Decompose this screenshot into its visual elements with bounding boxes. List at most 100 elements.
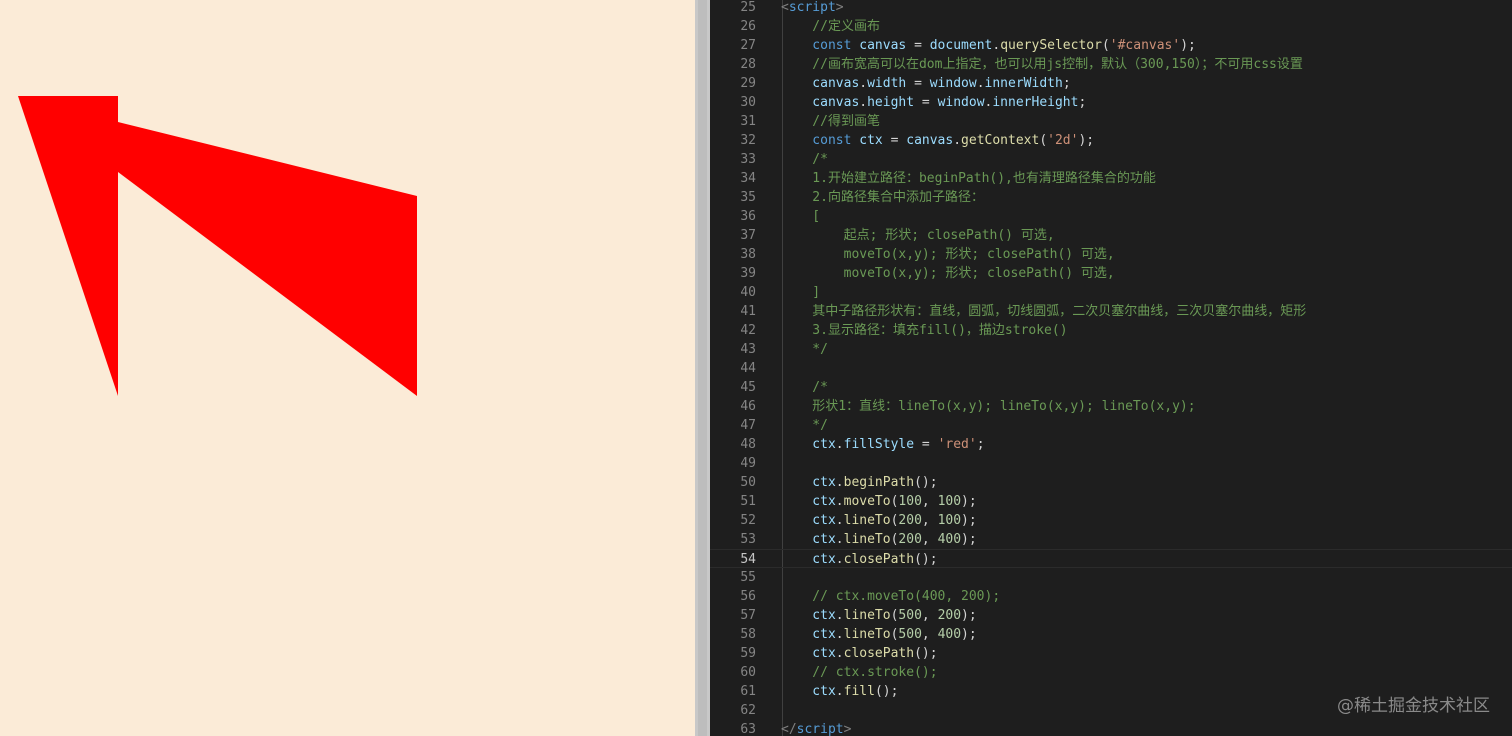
code-line[interactable]: 40 ] — [710, 283, 1512, 302]
code-line[interactable]: 44 — [710, 359, 1512, 378]
code-token: lineTo — [843, 532, 891, 547]
canvas-drawing — [18, 96, 417, 396]
code-line[interactable]: 35 2.向路径集合中添加子路径： — [710, 188, 1512, 207]
line-code: const canvas = document.querySelector('#… — [781, 36, 1196, 55]
line-number: 41 — [740, 304, 756, 319]
code-token: = — [882, 133, 907, 148]
code-line[interactable]: 59 ctx.closePath(); — [710, 644, 1512, 663]
code-token: ); — [1078, 133, 1095, 148]
code-token: 'red' — [937, 437, 977, 452]
code-line[interactable]: 31 //得到画笔 — [710, 112, 1512, 131]
code-line[interactable]: 50 ctx.beginPath(); — [710, 473, 1512, 492]
code-line[interactable]: 25 <script> — [710, 0, 1512, 17]
code-line[interactable]: 63 </script> — [710, 720, 1512, 736]
code-line[interactable]: 60 // ctx.stroke(); — [710, 663, 1512, 682]
code-token: 200 — [898, 513, 922, 528]
code-token: ; — [1078, 95, 1087, 110]
code-line[interactable]: 49 — [710, 454, 1512, 473]
code-line[interactable]: 29 canvas.width = window.innerWidth; — [710, 74, 1512, 93]
code-token: ; — [976, 437, 985, 452]
code-token: /* — [781, 152, 828, 167]
code-line[interactable]: 52 ctx.lineTo(200, 100); — [710, 511, 1512, 530]
code-line[interactable]: 42 3.显示路径：填充fill()，描边stroke() — [710, 321, 1512, 340]
code-line[interactable]: 30 canvas.height = window.innerHeight; — [710, 93, 1512, 112]
code-token: </ — [781, 722, 797, 736]
code-token: . — [859, 95, 868, 110]
code-line[interactable]: 51 ctx.moveTo(100, 100); — [710, 492, 1512, 511]
code-line[interactable]: 34 1.开始建立路径：beginPath(),也有清理路径集合的功能 — [710, 169, 1512, 188]
code-token: const — [781, 133, 860, 148]
line-number: 61 — [740, 684, 756, 699]
code-token: 200 — [898, 532, 922, 547]
code-token: = — [906, 38, 930, 53]
line-code: */ — [781, 340, 828, 359]
code-token: 400 — [937, 532, 962, 547]
code-line[interactable]: 39 moveTo(x,y); 形状; closePath() 可选, — [710, 264, 1512, 283]
code-token: ); — [1180, 38, 1196, 53]
line-number: 26 — [740, 19, 756, 34]
code-line[interactable]: 57 ctx.lineTo(500, 200); — [710, 606, 1512, 625]
line-code: <script> — [781, 0, 844, 17]
code-token: , — [921, 608, 938, 623]
code-line[interactable]: 27 const canvas = document.querySelector… — [710, 36, 1512, 55]
code-line[interactable]: 46 形状1：直线：lineTo(x,y); lineTo(x,y); line… — [710, 397, 1512, 416]
line-code: */ — [781, 416, 828, 435]
code-token: , — [921, 532, 938, 547]
code-token: 起点; 形状; closePath() 可选, — [781, 228, 1055, 243]
line-number: 47 — [740, 418, 756, 433]
code-line[interactable]: 45 /* — [710, 378, 1512, 397]
line-number: 54 — [740, 552, 756, 567]
code-token: = — [906, 76, 930, 91]
code-token: window — [929, 76, 977, 91]
code-line[interactable]: 36 [ — [710, 207, 1512, 226]
code-line[interactable]: 48 ctx.fillStyle = 'red'; — [710, 435, 1512, 454]
code-token: 1.开始建立路径：beginPath(),也有清理路径集合的功能 — [781, 171, 1156, 186]
code-editor[interactable]: 25 <script> 26 //定义画布 27 const canvas = doc… — [710, 0, 1512, 736]
code-line[interactable]: 33 /* — [710, 150, 1512, 169]
code-line[interactable]: 41 其中子路径形状有：直线，圆弧，切线圆弧，二次贝塞尔曲线，三次贝塞尔曲线，矩… — [710, 302, 1512, 321]
code-line[interactable]: 38 moveTo(x,y); 形状; closePath() 可选, — [710, 245, 1512, 264]
line-code: const ctx = canvas.getContext('2d'); — [781, 131, 1094, 150]
code-line[interactable]: 55 — [710, 568, 1512, 587]
watermark: @稀土掘金技术社区 — [1337, 696, 1490, 716]
code-line[interactable]: 32 const ctx = canvas.getContext('2d'); — [710, 131, 1512, 150]
code-token: , — [921, 627, 938, 642]
code-line[interactable]: 54 ctx.closePath(); — [710, 549, 1512, 568]
code-token: width — [867, 76, 907, 91]
code-line[interactable]: 58 ctx.lineTo(500, 400); — [710, 625, 1512, 644]
line-number: 37 — [740, 228, 756, 243]
code-token: 500 — [898, 608, 922, 623]
line-number: 31 — [740, 114, 756, 129]
code-token: fill — [843, 684, 875, 699]
code-line[interactable]: 26 //定义画布 — [710, 17, 1512, 36]
line-number: 35 — [740, 190, 756, 205]
code-token: /* — [781, 380, 828, 395]
line-code: 起点; 形状; closePath() 可选, — [781, 226, 1055, 245]
code-token: 其中子路径形状有：直线，圆弧，切线圆弧，二次贝塞尔曲线，三次贝塞尔曲线，矩形 — [781, 304, 1307, 319]
code-line[interactable]: 56 // ctx.moveTo(400, 200); — [710, 587, 1512, 606]
code-token: closePath — [843, 552, 915, 567]
code-line[interactable]: 28 //画布宽高可以在dom上指定，也可以用js控制，默认（300,150）；… — [710, 55, 1512, 74]
code-line[interactable]: 43 */ — [710, 340, 1512, 359]
code-token: > — [835, 0, 844, 15]
splitter-handle[interactable] — [698, 0, 707, 736]
line-number: 45 — [740, 380, 756, 395]
line-code: [ — [781, 207, 820, 226]
line-number: 59 — [740, 646, 756, 661]
code-token: ctx — [781, 513, 836, 528]
code-line[interactable]: 53 ctx.lineTo(200, 400); — [710, 530, 1512, 549]
line-number: 42 — [740, 323, 756, 338]
line-number: 50 — [740, 475, 756, 490]
code-token: . — [835, 494, 844, 509]
line-number: 43 — [740, 342, 756, 357]
code-token: 2.向路径集合中添加子路径： — [781, 190, 984, 205]
code-line[interactable]: 47 */ — [710, 416, 1512, 435]
code-token: ctx — [781, 608, 836, 623]
code-token: script — [788, 0, 836, 15]
code-token: window — [937, 95, 985, 110]
code-line[interactable]: 37 起点; 形状; closePath() 可选, — [710, 226, 1512, 245]
pane-splitter[interactable] — [695, 0, 710, 736]
line-code: ctx.beginPath(); — [781, 473, 937, 492]
line-number: 58 — [740, 627, 756, 642]
code-token: fillStyle — [843, 437, 915, 452]
